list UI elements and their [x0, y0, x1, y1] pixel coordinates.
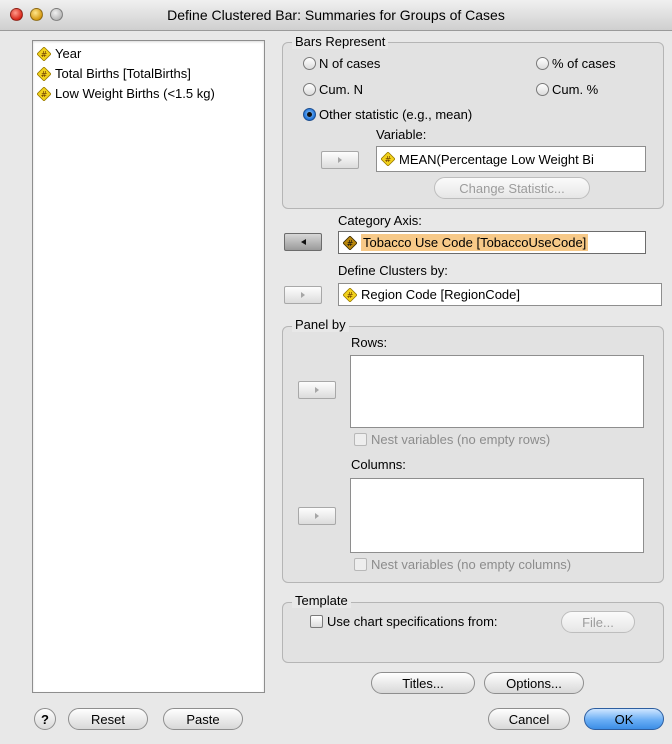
radio-n-of-cases[interactable]: N of cases	[303, 56, 380, 71]
template-title: Template	[292, 593, 351, 608]
radio-pct-of-cases[interactable]: % of cases	[536, 56, 616, 71]
columns-label: Columns:	[351, 457, 406, 472]
move-category-axis-button[interactable]	[284, 233, 322, 251]
variable-label: Variable:	[376, 127, 427, 142]
nest-columns-checkbox[interactable]: Nest variables (no empty columns)	[354, 557, 571, 572]
arrow-right-icon	[315, 387, 319, 393]
reset-button[interactable]: Reset	[68, 708, 148, 730]
change-statistic-button[interactable]: Change Statistic...	[434, 177, 590, 199]
define-clusters-value: Region Code [RegionCode]	[361, 287, 520, 302]
radio-other-statistic[interactable]: Other statistic (e.g., mean)	[303, 107, 472, 122]
svg-text:#: #	[347, 239, 354, 248]
radio-button[interactable]	[536, 83, 549, 96]
svg-text:#: #	[347, 291, 354, 300]
paste-button[interactable]: Paste	[163, 708, 243, 730]
scale-icon: #	[37, 47, 51, 61]
radio-button[interactable]	[303, 83, 316, 96]
scale-icon: #	[343, 235, 357, 250]
category-axis-field[interactable]: # Tobacco Use Code [TobaccoUseCode]	[338, 231, 646, 254]
arrow-right-icon	[301, 292, 305, 298]
scale-icon: #	[343, 287, 357, 302]
radio-cum-n[interactable]: Cum. N	[303, 82, 363, 97]
checkbox[interactable]	[354, 433, 367, 446]
use-chart-specs-checkbox[interactable]: Use chart specifications from:	[310, 614, 498, 629]
ok-button[interactable]: OK	[584, 708, 664, 730]
variable-field-value: MEAN(Percentage Low Weight Bi	[399, 151, 594, 167]
checkbox[interactable]	[354, 558, 367, 571]
nest-rows-checkbox[interactable]: Nest variables (no empty rows)	[354, 432, 550, 447]
arrow-right-icon	[338, 157, 342, 163]
category-axis-value: Tobacco Use Code [TobaccoUseCode]	[361, 234, 589, 251]
move-rows-button[interactable]	[298, 381, 336, 399]
bars-represent-title: Bars Represent	[292, 34, 389, 49]
variable-item-year[interactable]: # Year	[33, 44, 264, 64]
title-bar: Define Clustered Bar: Summaries for Grou…	[0, 0, 672, 31]
define-clusters-field[interactable]: # Region Code [RegionCode]	[338, 283, 662, 306]
arrow-left-icon	[300, 239, 306, 245]
cancel-button[interactable]: Cancel	[488, 708, 570, 730]
rows-field[interactable]	[350, 355, 644, 428]
variable-label: Total Births [TotalBirths]	[55, 66, 191, 81]
move-columns-button[interactable]	[298, 507, 336, 525]
panel-by-title: Panel by	[292, 317, 349, 332]
radio-cum-pct[interactable]: Cum. %	[536, 82, 598, 97]
radio-button[interactable]	[536, 57, 549, 70]
svg-text:#: #	[41, 70, 48, 79]
radio-button-selected[interactable]	[303, 108, 316, 121]
scale-icon: #	[37, 67, 51, 81]
variable-label: Low Weight Births (<1.5 kg)	[55, 86, 215, 101]
variable-field[interactable]: # MEAN(Percentage Low Weight Bi	[376, 146, 646, 172]
titles-button[interactable]: Titles...	[371, 672, 475, 694]
variable-item-low-weight-births[interactable]: # Low Weight Births (<1.5 kg)	[33, 84, 264, 104]
help-button[interactable]: ?	[34, 708, 56, 730]
svg-text:#: #	[41, 90, 48, 99]
columns-field[interactable]	[350, 478, 644, 553]
variable-label: Year	[55, 46, 82, 61]
radio-button[interactable]	[303, 57, 316, 70]
scale-icon: #	[381, 152, 395, 166]
move-clusters-button[interactable]	[284, 286, 322, 304]
checkbox[interactable]	[310, 615, 323, 628]
options-button[interactable]: Options...	[484, 672, 584, 694]
arrow-right-icon	[315, 513, 319, 519]
file-button[interactable]: File...	[561, 611, 635, 633]
scale-icon: #	[37, 87, 51, 101]
rows-label: Rows:	[351, 335, 388, 350]
svg-text:#: #	[41, 50, 48, 59]
window-title: Define Clustered Bar: Summaries for Grou…	[167, 7, 505, 23]
define-clusters-label: Define Clusters by:	[338, 263, 448, 278]
category-axis-label: Category Axis:	[338, 213, 422, 228]
svg-text:#: #	[385, 155, 392, 164]
variable-item-total-births[interactable]: # Total Births [TotalBirths]	[33, 64, 264, 84]
variable-list[interactable]: # Year # Total Births [TotalBirths] # Lo…	[32, 40, 265, 693]
move-variable-button[interactable]	[321, 151, 359, 169]
